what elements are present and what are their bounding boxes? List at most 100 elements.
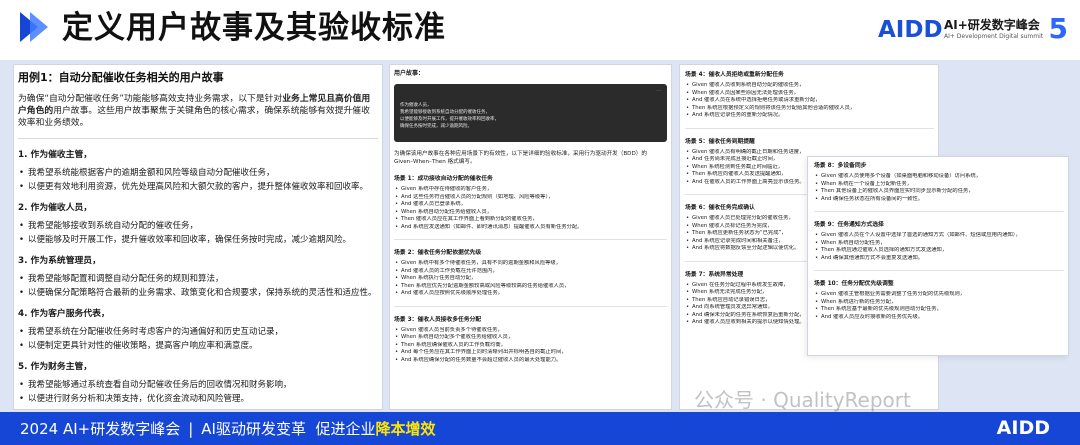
chevron-right-icon — [20, 12, 48, 42]
scenario: 场景 8：多设备同步 Given 催收人员使用多个设备（如桌面电脑和移动设备）访… — [814, 162, 1064, 212]
list-item: 以便更有效地利用资源，优先处理高风险和大额欠款的客户，提升整体催收效率和回收率。 — [18, 181, 378, 194]
divider — [685, 127, 934, 129]
list-item: Given 催收人员当前负责多个待催收任务， — [394, 327, 667, 335]
list-item: Then 系统应确保催收人员的工作负载均衡， — [394, 342, 667, 350]
list-item: 以便制定更具针对性的催收策略，提高客户响应率和满意度。 — [18, 340, 378, 353]
scenario: 场景 10：任务分配优先级调整 Given 催收主管根据业务需要调整了任务分配的… — [814, 280, 1064, 321]
role-title: 5. 作为财务主管， — [18, 362, 93, 372]
list-item: And 催收人员应及时接收新的任务优先级。 — [814, 314, 1064, 322]
role-item: 1. 作为催收主管， 我希望系统能根据客户的逾期金额和风险等级自动分配催收任务，… — [18, 149, 378, 193]
list-item: When 系统自动分配任务给催收人员， — [394, 209, 667, 217]
scenario-title: 场景 4：催收人员拒绝或重新分配任务 — [685, 72, 784, 78]
logo-name: AI+研发数字峰会 — [944, 18, 1040, 32]
footer-highlight: 降本增效 — [375, 420, 436, 438]
list-item: 以便能够及时开展工作，提升催收效率和回收率，确保任务按时完成，减少逾期风险。 — [18, 234, 378, 247]
divider — [18, 138, 378, 139]
logo-subtitle: AI+ Development Digital summit — [944, 33, 1044, 40]
list-item: Then 系统应基于最新的优先级规则自动分配任务， — [814, 306, 1064, 314]
divider — [394, 239, 667, 240]
list-item: And 每个任务应在其工作界面上同时清晰列出并标明各自的截止时间， — [394, 349, 667, 357]
list-item: 我希望能够配置和调整自动分配任务的规则和算法， — [18, 273, 378, 286]
logo-edition: 5 — [1048, 12, 1068, 45]
acceptance-panel-1: 用户故事： ··· 作为催收人员， 我希望能够接收到系统自动分配的催收任务， 以… — [389, 64, 672, 410]
code-block: ··· 作为催收人员， 我希望能够接收到系统自动分配的催收任务， 以便能够及时开… — [394, 84, 667, 142]
slide-header: 定义用户故事及其验收标准 AIDD AI+研发数字峰会 AI+ Developm… — [0, 0, 1080, 60]
list-item: Then 催收人员应在其工作界面上看到新分配的催收任务， — [394, 216, 667, 224]
list-item: Given 催收人员使用多个设备（如桌面电脑和移动设备）访问系统， — [814, 173, 1064, 181]
list-item: 我希望系统在分配催收任务时考虑客户的沟通偏好和历史互动记录， — [18, 326, 378, 339]
slide-footer: 2024 AI+研发数字峰会 | AI驱动研发变革 促进企业降本增效 AIDD — [0, 412, 1080, 445]
code-line: 确保任务按时完成，减少逾期风险。 — [400, 124, 472, 129]
divider — [814, 211, 1064, 212]
code-line: 我希望能够接收到系统自动分配的催收任务， — [400, 110, 490, 115]
list-item: When 系统自动分配多个催收任务给催收人员， — [394, 334, 667, 342]
scenario-title: 场景 8：多设备同步 — [814, 163, 867, 169]
role-item: 3. 作为系统管理员， 我希望能够配置和调整自动分配任务的规则和算法，以便确保分… — [18, 255, 378, 299]
prompt-title: 用户故事： — [394, 70, 425, 77]
list-item: Given 系统中有多个待催收任务，具有不同的逾期金额和风险等级， — [394, 260, 667, 268]
scenario-title: 场景 1：成功接收自动分配的催收任务 — [394, 176, 493, 182]
case-title: 用例1：自动分配催收任务相关的用户故事 — [18, 71, 224, 84]
list-item: 我希望能够接收到系统自动分配的催收任务， — [18, 220, 378, 233]
scenario-title: 场景 5：催收任务到期提醒 — [685, 138, 755, 145]
role-title: 1. 作为催收主管， — [18, 150, 93, 160]
list-item: When 系统在一个设备上分配新任务， — [814, 181, 1064, 189]
list-item: And 系统应发送通知（如邮件、即时通讯消息）提醒催收人员有新任务分配。 — [394, 224, 667, 232]
bdd-note: 为确保该用户故事在各种应用场景下的有效性，以下是详细的验收标准，采用行为驱动开发… — [394, 151, 647, 165]
list-item: When 系统执行任务自动分配， — [394, 275, 667, 283]
list-item: Then 系统应通过催收人员选择的通知方式发送通知， — [814, 247, 1064, 255]
list-item: Given 催收人员收到系统自动分配的催收任务， — [685, 82, 934, 90]
list-item: Then 系统应优先分配逾期金额较高或风险等级较高的任务给催收人员， — [394, 283, 667, 291]
list-item: And 催收人员的工作负载在允许范围内， — [394, 268, 667, 276]
scenario: 场景 3：催收人员接收多任务分配 Given 催收人员当前负责多个待催收任务， … — [394, 316, 667, 365]
list-item: And 系统应确保分配的任务数量不会超过催收人员的最大处理能力。 — [394, 357, 667, 365]
list-item: 我希望能够通过系统查看自动分配催收任务后的回收情况和财务影响， — [18, 379, 378, 392]
list-item: 以便进行财务分析和决策支持，优化资金流动和风险管理。 — [18, 393, 378, 406]
footer-divider: | — [188, 420, 194, 438]
role-list: 1. 作为催收主管， 我希望系统能根据客户的逾期金额和风险等级自动分配催收任务，… — [18, 149, 378, 405]
scenario-title: 场景 10：任务分配优先级调整 — [814, 281, 894, 287]
list-item: 我希望系统能根据客户的逾期金额和风险等级自动分配催收任务， — [18, 167, 378, 180]
role-title: 4. 作为客户服务代表， — [18, 309, 110, 319]
list-item: And 催收人员在系统中选择拒绝任务或请求重新分配， — [685, 97, 934, 105]
code-line: 作为催收人员， — [400, 103, 432, 108]
content-stage: 用例1：自动分配催收任务相关的用户故事 为确保“自动分配催收任务”功能能够高效支… — [0, 60, 1080, 412]
scenario: 场景 4：催收人员拒绝或重新分配任务 Given 催收人员收到系统自动分配的催收… — [685, 71, 934, 129]
logo-mark: AIDD — [878, 17, 943, 43]
footer-text: 2024 AI+研发数字峰会 | AI驱动研发变革 促进企业降本增效 — [20, 420, 436, 438]
list-item: And 催收人员应按照优先级顺序处理任务。 — [394, 290, 667, 298]
list-item: And 系统应记录任务的重新分配情况。 — [685, 112, 934, 120]
role-item: 2. 作为催收人员， 我希望能够接收到系统自动分配的催收任务，以便能够及时开展工… — [18, 202, 378, 246]
case-intro: 为确保“自动分配催收任务”功能能够高效支持业务需求，以下是针对业务上常见且高价值… — [18, 94, 371, 128]
scenario-title: 场景 2：催收任务分配依据优先级 — [394, 250, 482, 256]
summit-logo: AIDD AI+研发数字峰会 AI+ Development Digital s… — [878, 12, 1068, 50]
list-item: And 确保任务状态在所有设备间的一致性。 — [814, 196, 1064, 204]
scenario: 场景 9：任务通知方式选择 Given 催收人员在个人设置中选择了首选的通知方式… — [814, 221, 1064, 271]
role-item: 5. 作为财务主管， 我希望能够通过系统查看自动分配催收任务后的回收情况和财务影… — [18, 361, 378, 405]
list-item: 以便确保分配策略符合最新的业务需求、政策变化和合规要求，保持系统的灵活性和适应性… — [18, 287, 378, 300]
list-item: And 催收人员已登录系统， — [394, 201, 667, 209]
scenario: 场景 2：催收任务分配依据优先级 Given 系统中有多个待催收任务，具有不同的… — [394, 249, 667, 307]
list-item: When 系统进行新的任务分配， — [814, 299, 1064, 307]
code-line: 以便能够及时开展工作，提升催收效率和回收率， — [400, 117, 499, 122]
more-icon[interactable]: ··· — [656, 88, 661, 94]
slide-title: 定义用户故事及其验收标准 — [62, 10, 446, 46]
list-item: Then 其他设备上的催收人员界面应实时同步显示新分配的任务， — [814, 188, 1064, 196]
divider — [394, 305, 667, 307]
divider — [814, 270, 1064, 271]
footer-logo: AIDD — [996, 417, 1050, 439]
user-story-panel: 用例1：自动分配催收任务相关的用户故事 为确保“自动分配催收任务”功能能够高效支… — [13, 64, 383, 410]
scenario-title: 场景 9：任务通知方式选择 — [814, 222, 884, 228]
list-item: When 系统自动分配任务， — [814, 240, 1064, 248]
list-item: And 这些任务符合催收人员的分配规则（如地理、风险等级等）， — [394, 194, 667, 202]
scenario-title: 场景 3：催收人员接收多任务分配 — [394, 316, 482, 323]
role-title: 2. 作为催收人员， — [18, 203, 93, 213]
role-title: 3. 作为系统管理员， — [18, 256, 101, 266]
watermark: 公众号 · QualityReport — [694, 388, 911, 412]
list-item: Given 催收主管根据业务需要调整了任务分配的优先级规则， — [814, 291, 1064, 299]
list-item: When 催收人员因某些原因无法处理该任务， — [685, 90, 934, 98]
list-item: Given 催收人员在个人设置中选择了首选的通知方式（如邮件、短信或应用内通知）… — [814, 232, 1064, 240]
scenario: 场景 1：成功接收自动分配的催收任务 Given 系统中存在待催收的客户任务， … — [394, 175, 667, 240]
acceptance-panel-3: 场景 8：多设备同步 Given 催收人员使用多个设备（如桌面电脑和移动设备）访… — [807, 156, 1069, 356]
list-item: Given 系统中存在待催收的客户任务， — [394, 186, 667, 194]
